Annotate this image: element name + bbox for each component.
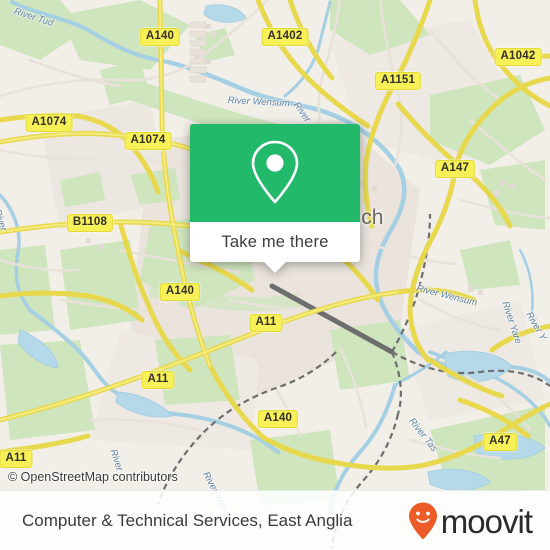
shield-a140-south: A140	[257, 410, 299, 428]
shield-a1402: A1402	[261, 28, 309, 46]
osm-attribution[interactable]: © OpenStreetMap contributors	[8, 470, 178, 484]
shield-a140-mid: A140	[159, 283, 201, 301]
map-vector-layer	[0, 0, 550, 550]
page-title: Computer & Technical Services, East Angl…	[22, 511, 353, 530]
popup-tail-icon	[264, 262, 286, 273]
shield-a47: A47	[483, 433, 517, 451]
footer-bar: Computer & Technical Services, East Angl…	[0, 490, 550, 550]
shield-a140-north: A140	[139, 28, 181, 46]
moovit-wordmark: moovit	[440, 502, 533, 540]
shield-a147: A147	[434, 160, 476, 178]
shield-a11-west: A11	[141, 371, 175, 389]
shield-a1042: A1042	[494, 48, 542, 66]
map-canvas[interactable]: River Tud River Wensum River River Wensum Ri…	[0, 0, 550, 550]
moovit-logo[interactable]: moovit	[407, 501, 533, 541]
map-pin-icon	[251, 140, 299, 204]
shield-a11-corner: A11	[0, 450, 33, 468]
popup-icon-area	[190, 124, 360, 222]
norwich-label: ich	[356, 206, 384, 229]
shield-a1074-south: A1074	[124, 132, 172, 150]
popup-footer[interactable]: Take me there	[190, 222, 360, 273]
shield-a1151: A1151	[374, 72, 422, 90]
moovit-pin-smiley-icon	[408, 502, 437, 540]
shield-b1108: B1108	[66, 214, 114, 232]
take-me-there-label: Take me there	[221, 232, 329, 251]
map-popup-card[interactable]: Take me there	[190, 124, 360, 273]
shield-a1074-west: A1074	[25, 114, 73, 132]
shield-a11-mid: A11	[249, 314, 283, 332]
map-screen: River Tud River Wensum River River Wensum Ri…	[0, 0, 550, 550]
